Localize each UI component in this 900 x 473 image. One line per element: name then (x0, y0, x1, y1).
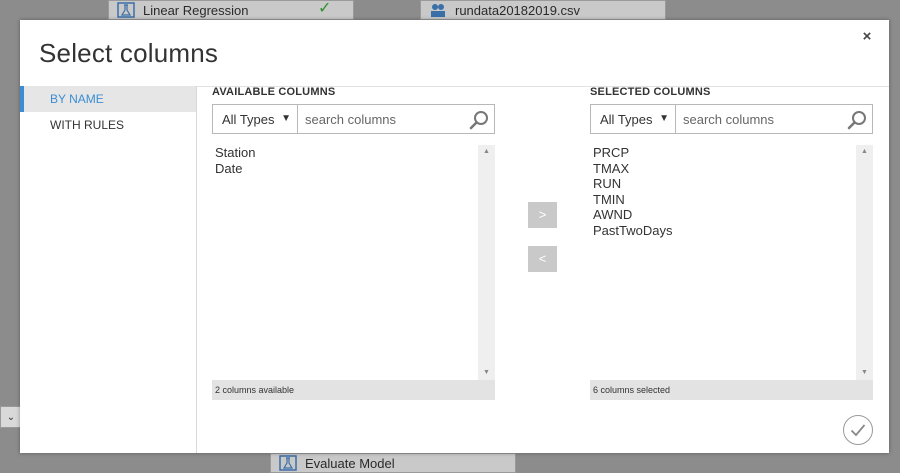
select-columns-dialog: Select columns × BY NAME WITH RULES AVAI… (20, 20, 889, 453)
canvas-node-label: rundata20182019.csv (455, 2, 581, 18)
nav-item-label: BY NAME (50, 92, 104, 106)
list-item[interactable]: TMAX (593, 161, 629, 176)
selected-columns-heading: SELECTED COLUMNS (590, 86, 711, 98)
selected-type-filter[interactable]: All Types ▼ (590, 104, 676, 134)
check-icon: ✓ (318, 0, 332, 17)
nav-item-by-name[interactable]: BY NAME (20, 86, 196, 112)
canvas-node-label: Linear Regression (143, 2, 249, 18)
selected-search-box (675, 104, 873, 134)
scroll-up-icon[interactable]: ▲ (478, 145, 495, 159)
canvas-node-label: Evaluate Model (305, 455, 395, 471)
dialog-title: Select columns (39, 38, 219, 68)
add-columns-button[interactable]: > (528, 202, 557, 228)
module-icon (279, 455, 297, 471)
available-columns-list[interactable]: Station Date ▲ ▼ (212, 145, 495, 380)
selected-status: 6 columns selected (590, 380, 873, 400)
selected-columns-list[interactable]: PRCP TMAX RUN TMIN AWND PastTwoDays ▲ ▼ (590, 145, 873, 380)
list-item[interactable]: PRCP (593, 145, 629, 160)
close-icon[interactable]: × (859, 29, 875, 45)
scrollbar[interactable]: ▲ ▼ (856, 145, 873, 380)
available-search-input[interactable] (303, 110, 463, 128)
scroll-down-icon[interactable]: ▼ (478, 366, 495, 380)
canvas-node-dataset: rundata20182019.csv (420, 0, 666, 20)
chevron-down-icon: ⌄ (6, 411, 16, 423)
available-status: 2 columns available (212, 380, 495, 400)
available-type-filter[interactable]: All Types ▼ (212, 104, 298, 134)
selection-mode-nav: BY NAME WITH RULES (20, 86, 196, 138)
nav-item-label: WITH RULES (50, 118, 125, 132)
scroll-up-icon[interactable]: ▲ (856, 145, 873, 159)
list-item[interactable]: Date (215, 161, 242, 176)
nav-item-with-rules[interactable]: WITH RULES (20, 112, 196, 138)
scrollbar[interactable]: ▲ ▼ (478, 145, 495, 380)
module-icon (117, 2, 135, 18)
type-filter-value: All Types (600, 111, 653, 127)
nav-divider (196, 86, 197, 453)
remove-columns-button[interactable]: < (528, 246, 557, 272)
canvas-node-evaluate-model: Evaluate Model (270, 453, 516, 473)
checkmark-icon (850, 424, 866, 437)
list-item[interactable]: AWND (593, 207, 632, 222)
canvas-zoom-dropdown[interactable]: ⌄ (0, 406, 22, 428)
chevron-down-icon: ▼ (659, 113, 669, 124)
list-item[interactable]: TMIN (593, 192, 625, 207)
available-columns-heading: AVAILABLE COLUMNS (212, 86, 336, 98)
list-item[interactable]: RUN (593, 176, 621, 191)
scroll-down-icon[interactable]: ▼ (856, 366, 873, 380)
available-search-box (297, 104, 495, 134)
type-filter-value: All Types (222, 111, 275, 127)
search-icon[interactable] (468, 109, 490, 131)
dataset-icon (431, 4, 445, 17)
list-item[interactable]: PastTwoDays (593, 223, 672, 238)
search-icon[interactable] (846, 109, 868, 131)
chevron-down-icon: ▼ (281, 113, 291, 124)
selected-search-input[interactable] (681, 110, 841, 128)
confirm-button[interactable] (843, 415, 873, 445)
list-item[interactable]: Station (215, 145, 255, 160)
